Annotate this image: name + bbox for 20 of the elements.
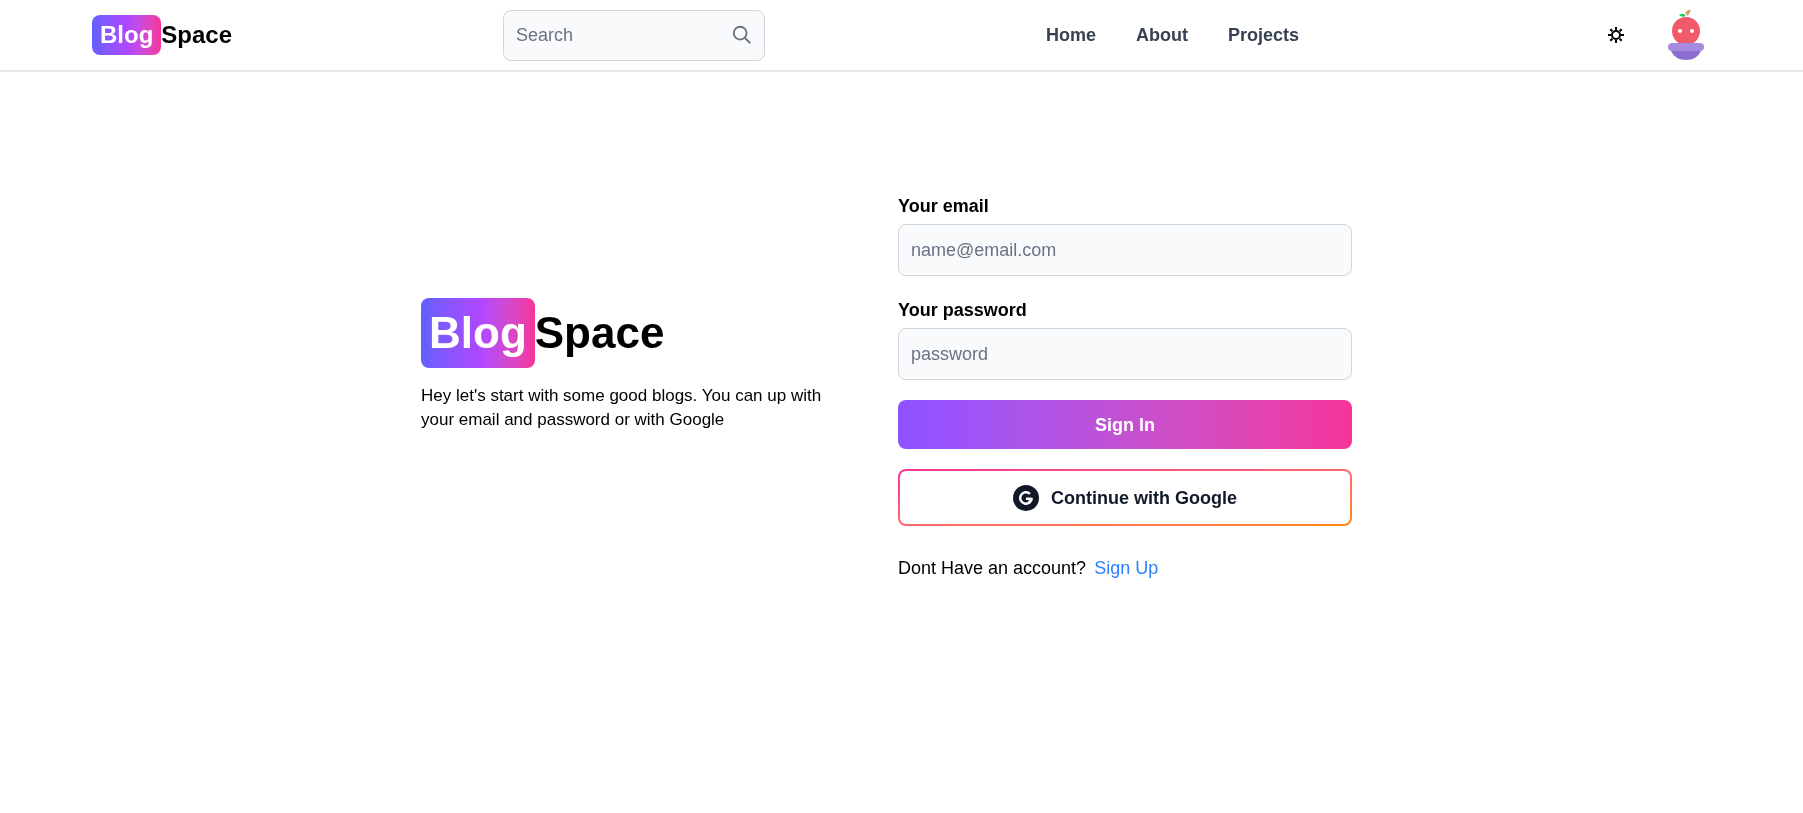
sign-up-link[interactable]: Sign Up xyxy=(1094,554,1159,582)
logo-text: Space xyxy=(534,307,665,359)
nav-link[interactable]: Home xyxy=(1046,21,1097,49)
search-field[interactable]: Search xyxy=(503,9,766,61)
sun-icon[interactable] xyxy=(1608,27,1625,43)
nav-link[interactable]: Projects xyxy=(1228,21,1300,49)
email-field[interactable]: name@email.com xyxy=(898,224,1352,276)
search-icon xyxy=(731,23,754,46)
signup-prompt: Dont Have an account? xyxy=(898,557,1087,580)
nav-link[interactable]: About xyxy=(1136,21,1189,49)
password-field[interactable]: password xyxy=(898,328,1352,380)
logo-highlight[interactable]: Blog xyxy=(92,15,162,55)
field-label: Your password xyxy=(898,299,1028,322)
logo-text[interactable]: Space xyxy=(161,19,233,51)
field-label: Your email xyxy=(898,195,990,218)
intro-text: Hey let's start with some good blogs. You can up with your email and password or with Google xyxy=(421,385,823,431)
google-button[interactable]: Continue with Google xyxy=(900,471,1350,524)
sign-in-button[interactable]: Sign In xyxy=(898,400,1352,449)
logo-highlight: Blog xyxy=(421,298,535,368)
google-icon xyxy=(1013,484,1039,511)
